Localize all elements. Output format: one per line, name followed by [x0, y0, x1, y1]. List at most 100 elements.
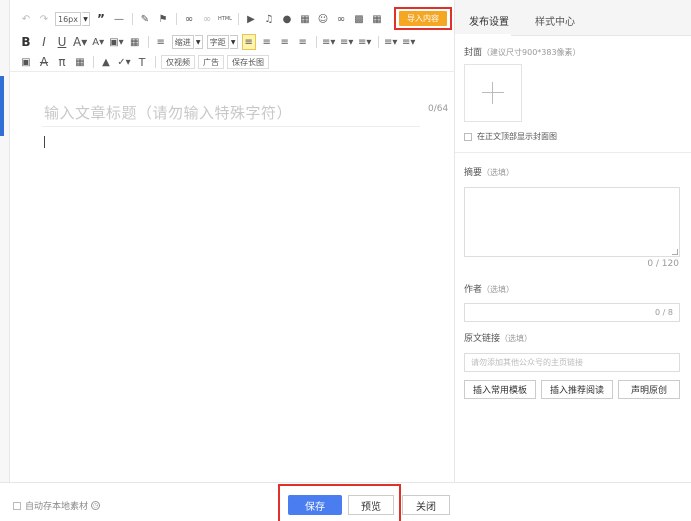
preview-button[interactable]: 预览 — [348, 495, 394, 515]
toolbar-divider — [93, 56, 94, 68]
left-nav-active-marker — [0, 76, 4, 136]
author-label: 作者 — [464, 285, 483, 295]
table-insert-icon[interactable]: ▦ — [73, 54, 87, 70]
spacing-after-icon[interactable]: ≡▾ — [340, 34, 354, 50]
save-long-image-button[interactable]: 保存长图 — [227, 55, 269, 69]
title-underline — [42, 126, 420, 127]
font-color-icon[interactable]: A▾ — [73, 34, 87, 50]
italic-icon[interactable]: I — [37, 34, 51, 50]
author-label-group: 作者（选填） — [464, 282, 514, 295]
letter-spacing-select[interactable]: 字距 — [206, 35, 229, 49]
source-label-group: 原文链接（选填） — [464, 331, 532, 344]
horizontal-rule-icon[interactable]: — — [112, 11, 126, 27]
toolbar-row-1: ↶ ↷ 16px ▼ ” — ✎ ⚑ ∞ ∞ HTML ▶ ♫ ● ▦ ☺ ∞ … — [19, 11, 388, 27]
source-url-label: 原文链接 — [464, 334, 501, 344]
image-icon[interactable]: ▦ — [298, 11, 312, 27]
align-center-icon[interactable]: ≡ — [260, 34, 274, 50]
settings-tabs: 发布设置 样式中心 — [455, 0, 691, 36]
body-text-cursor[interactable] — [44, 136, 45, 148]
summary-textarea[interactable] — [464, 187, 680, 257]
find-icon[interactable]: ▲ — [99, 54, 113, 70]
import-highlight-box: 导入内容 — [394, 7, 452, 30]
format-painter-icon[interactable]: ⚑ — [156, 11, 170, 27]
image-align-icon[interactable]: ▦ — [128, 34, 142, 50]
cover-label: 封面 — [464, 48, 483, 58]
resize-handle-icon[interactable] — [672, 249, 678, 255]
font-size-select[interactable]: 16px — [55, 12, 81, 26]
align-right-icon[interactable]: ≡ — [278, 34, 292, 50]
insert-recommend-button[interactable]: 插入推荐阅读 — [541, 380, 613, 399]
align-left-icon[interactable]: ≡ — [241, 34, 256, 50]
video-only-button[interactable]: 仅视频 — [161, 55, 195, 69]
bold-icon[interactable]: B — [19, 34, 33, 50]
mini-program-icon[interactable]: ∞ — [334, 11, 348, 27]
show-cover-label: 在正文顶部显示封面图 — [477, 132, 557, 141]
tab-publish-settings[interactable]: 发布设置 — [469, 13, 509, 28]
declare-original-button[interactable]: 声明原创 — [618, 380, 680, 399]
quote-icon[interactable]: ” — [94, 11, 108, 27]
font-frame-icon[interactable]: ▣ — [19, 54, 33, 70]
footer-bar: 自动存本地素材 ◷ 保存 预览 关闭 — [0, 482, 691, 521]
chevron-down-icon[interactable]: ▼ — [82, 12, 90, 26]
close-button[interactable]: 关闭 — [402, 495, 450, 515]
insert-template-button[interactable]: 插入常用模板 — [464, 380, 536, 399]
author-char-count: 0 / 8 — [655, 308, 673, 317]
cover-upload-box[interactable] — [464, 64, 522, 122]
summary-optional: （选填） — [482, 168, 515, 177]
toolbar-divider — [176, 13, 177, 25]
author-input[interactable]: 0 / 8 — [464, 303, 680, 322]
toolbar-divider — [238, 13, 239, 25]
formula-icon[interactable]: π — [55, 54, 69, 70]
spellcheck-icon[interactable]: ✓▾ — [117, 54, 131, 70]
strikethrough-icon[interactable]: A — [37, 54, 51, 70]
chevron-down-icon[interactable]: ▼ — [229, 35, 238, 49]
save-button[interactable]: 保存 — [288, 495, 342, 515]
spacing-before-icon[interactable]: ≡▾ — [322, 34, 336, 50]
active-tab-indicator — [455, 34, 511, 36]
video-icon[interactable]: ▶ — [244, 11, 258, 27]
link-icon[interactable]: ∞ — [182, 11, 196, 27]
title-char-count: 0/64 — [428, 104, 449, 114]
publish-settings-panel: 发布设置 样式中心 封面（建议尺寸900*383像素） 在正文顶部显示封面图 摘… — [455, 0, 691, 482]
toolbar-divider — [132, 13, 133, 25]
clock-icon[interactable]: ◷ — [91, 501, 101, 510]
microphone-icon[interactable]: ● — [280, 11, 294, 27]
tab-style-center[interactable]: 样式中心 — [535, 13, 575, 28]
toolbar-divider — [377, 36, 379, 48]
chevron-down-icon[interactable]: ▼ — [194, 35, 203, 49]
align-justify-icon[interactable]: ≡ — [296, 34, 310, 50]
redo-icon[interactable]: ↷ — [37, 11, 51, 27]
article-title-input[interactable]: 输入文章标题（请勿输入特殊字符） — [44, 102, 292, 123]
underline-icon[interactable]: U — [55, 34, 69, 50]
eraser-icon[interactable]: ✎ — [138, 11, 152, 27]
ordered-list-icon[interactable]: ≡▾ — [384, 34, 398, 50]
undo-icon[interactable]: ↶ — [19, 11, 33, 27]
auto-save-label: 自动存本地素材 — [25, 502, 89, 512]
music-icon[interactable]: ♫ — [262, 11, 276, 27]
editor-area: ↶ ↷ 16px ▼ ” — ✎ ⚑ ∞ ∞ HTML ▶ ♫ ● ▦ ☺ ∞ … — [10, 0, 455, 482]
background-color-icon[interactable]: A▾ — [91, 34, 105, 50]
text-icon[interactable]: T — [135, 54, 149, 70]
show-cover-checkbox[interactable] — [464, 133, 472, 141]
summary-char-count: 0 / 120 — [647, 259, 679, 269]
cover-size-hint: （建议尺寸900*383像素） — [482, 48, 581, 57]
plus-icon — [482, 82, 504, 104]
toolbar-row-3: ▣ A π ▦ ▲ ✓▾ T 仅视频 广告 保存长图 — [19, 54, 272, 70]
source-url-input[interactable]: 请勿添加其他公众号的主页链接 — [464, 353, 680, 372]
indent-select[interactable]: 缩进 — [171, 35, 194, 49]
border-icon[interactable]: ▣▾ — [109, 34, 123, 50]
auto-save-checkbox[interactable] — [13, 501, 21, 510]
unlink-icon[interactable]: ∞ — [200, 11, 214, 27]
unordered-list-icon[interactable]: ≡▾ — [402, 34, 416, 50]
import-content-button[interactable]: 导入内容 — [399, 11, 447, 26]
ad-button[interactable]: 广告 — [198, 55, 224, 69]
table-icon[interactable]: ▦ — [370, 11, 384, 27]
line-height-icon[interactable]: ≡▾ — [358, 34, 372, 50]
source-optional: （选填） — [500, 334, 533, 343]
summary-label-group: 摘要（选填） — [464, 165, 514, 178]
html-icon[interactable]: HTML — [218, 11, 232, 27]
indent-icon[interactable]: ≡ — [154, 34, 168, 50]
auto-save-option[interactable]: 自动存本地素材 ◷ — [13, 499, 101, 512]
emoji-icon[interactable]: ☺ — [316, 11, 330, 27]
chart-icon[interactable]: ▩ — [352, 11, 366, 27]
